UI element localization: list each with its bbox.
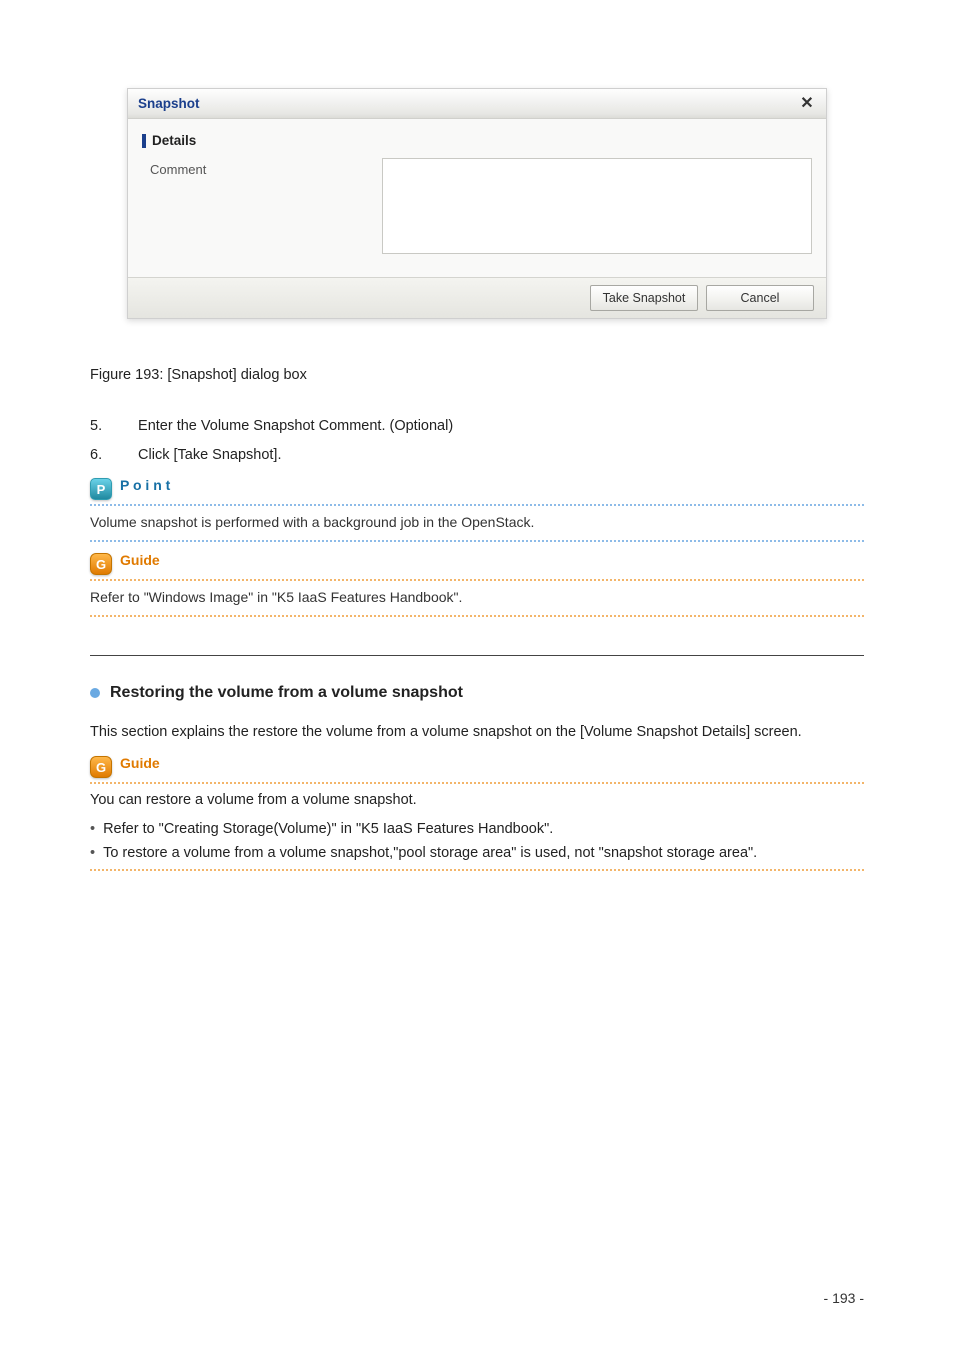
step-text: Enter the Volume Snapshot Comment. (Opti… (138, 418, 453, 434)
section-heading: Details (142, 133, 812, 148)
dotted-divider (90, 540, 864, 542)
guide-note: G Guide (90, 755, 864, 778)
guide-bullet-text: Refer to "Creating Storage(Volume)" in "… (103, 821, 553, 837)
step-number: 6. (90, 444, 134, 467)
step-5: 5. Enter the Volume Snapshot Comment. (O… (90, 415, 864, 438)
step-6: 6. Click [Take Snapshot]. (90, 444, 864, 467)
guide-tag: Guide (120, 552, 864, 568)
step-list: 5. Enter the Volume Snapshot Comment. (O… (90, 415, 864, 467)
guide-tag: Guide (120, 755, 864, 771)
guide-text: Refer to "Windows Image" in "K5 IaaS Fea… (90, 585, 864, 611)
subsection-intro: This section explains the restore the vo… (90, 720, 864, 745)
dialog-header: Snapshot ✕ (128, 89, 826, 119)
section-rule (90, 655, 864, 656)
step-number: 5. (90, 415, 134, 438)
take-snapshot-button[interactable]: Take Snapshot (590, 285, 698, 311)
comment-row: Comment (142, 158, 812, 259)
cancel-button[interactable]: Cancel (706, 285, 814, 311)
subsection-title: Restoring the volume from a volume snaps… (90, 684, 864, 702)
dialog-title: Snapshot (138, 96, 200, 111)
dotted-divider (90, 869, 864, 871)
point-text: Volume snapshot is performed with a back… (90, 510, 864, 536)
section-marker-icon (142, 134, 146, 148)
guide-icon: G (90, 553, 112, 575)
figure-caption: Figure 193: [Snapshot] dialog box (90, 367, 864, 383)
guide-lead: You can restore a volume from a volume s… (90, 788, 864, 813)
dotted-divider (90, 504, 864, 506)
section-heading-text: Details (152, 133, 196, 148)
dotted-divider (90, 782, 864, 784)
point-note: P P o i n t (90, 477, 864, 500)
dialog-footer: Take Snapshot Cancel (128, 277, 826, 318)
page-number: - 193 - (824, 1290, 864, 1306)
point-tag: P o i n t (120, 477, 864, 493)
point-icon: P (90, 478, 112, 500)
outro-bullet: To restore a volume from a volume snapsh… (90, 845, 864, 861)
guide-note: G Guide (90, 552, 864, 575)
guide-icon: G (90, 756, 112, 778)
subsection-title-text: Restoring the volume from a volume snaps… (110, 684, 463, 702)
snapshot-dialog: Snapshot ✕ Details Comment Take Snapshot… (127, 88, 827, 319)
dotted-divider (90, 615, 864, 617)
step-text: Click [Take Snapshot]. (138, 447, 281, 463)
comment-label: Comment (142, 158, 372, 177)
dotted-divider (90, 579, 864, 581)
dialog-body: Details Comment (128, 119, 826, 277)
comment-textarea[interactable] (382, 158, 812, 254)
outro-bullet-text: To restore a volume from a volume snapsh… (103, 845, 757, 861)
guide-bullet: Refer to "Creating Storage(Volume)" in "… (90, 821, 864, 837)
close-icon[interactable]: ✕ (798, 95, 816, 113)
